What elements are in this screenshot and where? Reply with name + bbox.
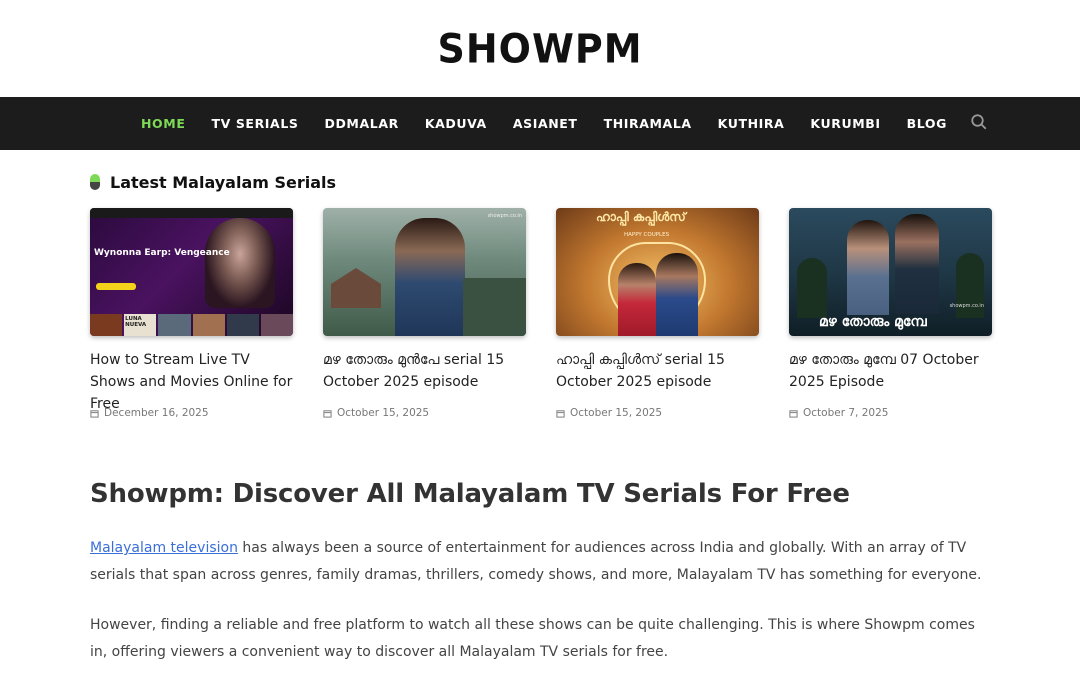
calendar-icon	[556, 409, 565, 418]
article-paragraph-1: Malayalam television has always been a s…	[90, 540, 982, 583]
post-title[interactable]: മഴ തോരും മുമ്പേ 07 October 2025 Episode	[789, 349, 992, 393]
nav-item-tv-serials[interactable]: TV SERIALS	[198, 116, 311, 131]
site-logo[interactable]: SHOWPM	[437, 25, 642, 71]
malayalam-television-link[interactable]: Malayalam television	[90, 540, 238, 556]
calendar-icon	[90, 409, 99, 418]
thumb-caption: ഹാപ്പി കപ്പിൾസ്	[596, 210, 686, 224]
nav-item-home[interactable]: HOME	[128, 116, 198, 131]
post-card[interactable]: Wynonna Earp: Vengeance LUNA NUEVA How t…	[90, 208, 293, 419]
thumb-watermark: showpm.co.in	[487, 213, 522, 219]
main-navbar: HOME TV SERIALS DDMALAR KADUVA ASIANET T…	[0, 97, 1080, 150]
article-heading: Showpm: Discover All Malayalam TV Serial…	[90, 479, 850, 509]
search-button[interactable]	[970, 113, 990, 133]
post-title[interactable]: How to Stream Live TV Shows and Movies O…	[90, 349, 293, 412]
thumb-caption-2: HAPPY COUPLES	[624, 232, 670, 238]
post-title[interactable]: മഴ തോരും മുൻപേ serial 15 October 2025 ep…	[323, 349, 526, 393]
nav-item-kurumbi[interactable]: KURUMBI	[797, 116, 893, 131]
post-thumbnail[interactable]: showpm.co.in മഴ തോരും മുമ്പേ	[789, 208, 992, 336]
search-icon	[971, 114, 987, 130]
section-title: Latest Malayalam Serials	[110, 172, 337, 192]
nav-item-kuthira[interactable]: KUTHIRA	[705, 116, 798, 131]
site-header: SHOWPM	[0, 0, 1080, 97]
nav-item-kaduva[interactable]: KADUVA	[412, 116, 500, 131]
nav-item-asianet[interactable]: ASIANET	[500, 116, 591, 131]
post-thumbnail[interactable]: ഹാപ്പി കപ്പിൾസ് HAPPY COUPLES	[556, 208, 759, 336]
calendar-icon	[789, 409, 798, 418]
article-paragraph-2: However, finding a reliable and free pla…	[90, 617, 975, 660]
post-date: October 7, 2025	[789, 407, 992, 419]
post-card[interactable]: showpm.co.in മഴ തോരും മുമ്പേ മഴ തോരും മു…	[789, 208, 992, 419]
nav-menu: HOME TV SERIALS DDMALAR KADUVA ASIANET T…	[128, 116, 960, 131]
post-card[interactable]: ഹാപ്പി കപ്പിൾസ് HAPPY COUPLES ഹാപ്പി കപ്…	[556, 208, 759, 419]
post-title[interactable]: ഹാപ്പി കപ്പിൾസ് serial 15 October 2025 e…	[556, 349, 759, 393]
nav-item-ddmalar[interactable]: DDMALAR	[311, 116, 411, 131]
calendar-icon	[323, 409, 332, 418]
post-card[interactable]: showpm.co.in മഴ തോരും മുൻപേ serial 15 Oc…	[323, 208, 526, 419]
nav-item-blog[interactable]: BLOG	[894, 116, 960, 131]
post-date: December 16, 2025	[90, 407, 293, 419]
thumb-caption-2: showpm.co.in	[949, 303, 984, 309]
section-header: Latest Malayalam Serials	[90, 171, 990, 193]
card-grid: Wynonna Earp: Vengeance LUNA NUEVA How t…	[90, 208, 992, 419]
thumb-caption-2: LUNA NUEVA	[125, 316, 147, 328]
nav-item-thiramala[interactable]: THIRAMALA	[591, 116, 705, 131]
post-thumbnail[interactable]: Wynonna Earp: Vengeance LUNA NUEVA	[90, 208, 293, 336]
latest-section: Latest Malayalam Serials Wynonna Earp: V…	[0, 171, 1080, 666]
thumb-caption: Wynonna Earp: Vengeance	[94, 248, 230, 258]
post-date: October 15, 2025	[556, 407, 759, 419]
section-bullet-icon	[90, 174, 100, 190]
post-date: October 15, 2025	[323, 407, 526, 419]
thumb-caption: മഴ തോരും മുമ്പേ	[819, 314, 927, 330]
post-thumbnail[interactable]: showpm.co.in	[323, 208, 526, 336]
